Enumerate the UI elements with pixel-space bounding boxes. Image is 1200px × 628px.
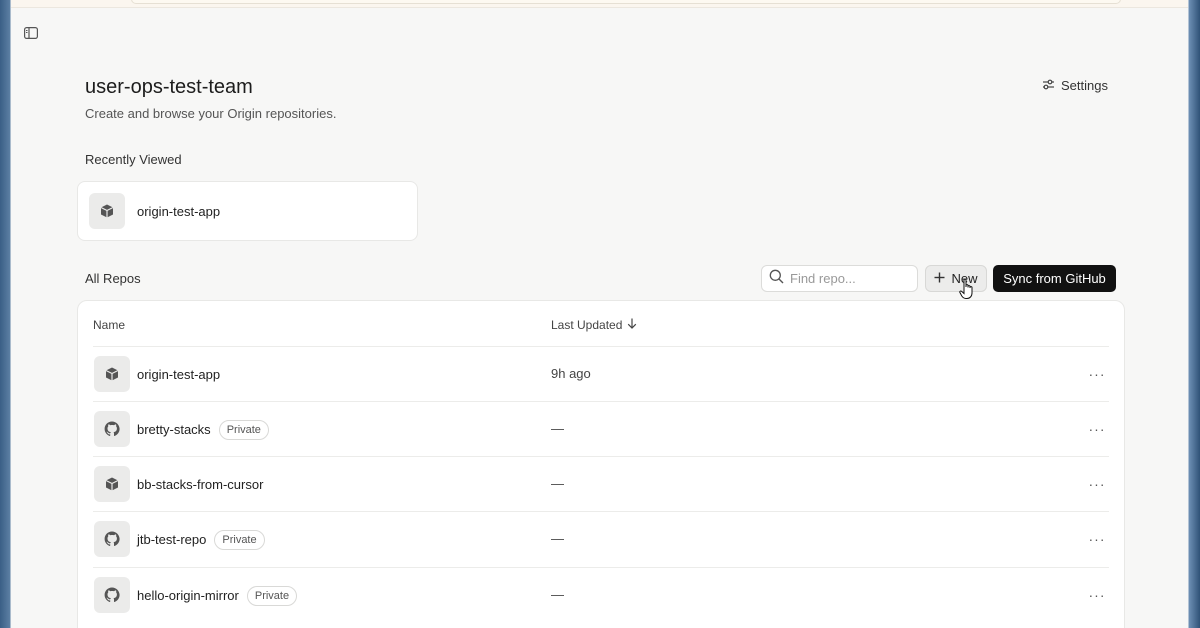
private-badge: Private bbox=[246, 585, 298, 606]
table-row[interactable]: jtb-test-repo Private — ··· bbox=[93, 511, 1109, 566]
more-options-icon[interactable]: ··· bbox=[1085, 584, 1109, 606]
column-name-header: Name bbox=[93, 318, 126, 332]
more-options-icon[interactable]: ··· bbox=[1085, 473, 1109, 495]
title-bar bbox=[11, 0, 1188, 8]
last-updated: — bbox=[551, 587, 564, 602]
settings-label: Settings bbox=[1061, 78, 1108, 93]
all-repos-label: All Repos bbox=[85, 271, 141, 286]
last-updated: — bbox=[551, 421, 564, 436]
repo-name-cell: bb-stacks-from-cursor bbox=[137, 457, 263, 512]
table-row[interactable]: origin-test-app 9h ago ··· bbox=[93, 346, 1109, 401]
column-updated-label: Last Updated bbox=[551, 318, 623, 332]
repo-name: jtb-test-repo bbox=[137, 532, 207, 547]
address-bar[interactable] bbox=[131, 0, 1121, 4]
private-badge: Private bbox=[218, 419, 269, 440]
settings-sliders-icon bbox=[1042, 78, 1055, 93]
repo-name-cell: jtb-test-repo Private bbox=[137, 512, 265, 567]
search-icon bbox=[769, 269, 784, 289]
more-options-icon[interactable]: ··· bbox=[1085, 528, 1109, 550]
sync-from-github-button[interactable]: Sync from GitHub bbox=[993, 265, 1116, 292]
search-input[interactable] bbox=[790, 271, 910, 286]
plus-icon bbox=[934, 271, 945, 286]
repo-name: bretty-stacks bbox=[137, 422, 211, 437]
new-repo-button[interactable]: New bbox=[925, 265, 987, 292]
more-options-icon[interactable]: ··· bbox=[1085, 363, 1109, 385]
private-badge: Private bbox=[214, 529, 265, 550]
app-window: user-ops-test-team Create and browse you… bbox=[11, 0, 1188, 628]
cube-icon bbox=[89, 193, 125, 229]
repo-name-cell: hello-origin-mirror Private bbox=[137, 568, 298, 623]
recent-repo-name: origin-test-app bbox=[137, 203, 221, 219]
sort-arrow-down-icon bbox=[627, 318, 637, 332]
repo-name-cell: origin-test-app bbox=[137, 347, 220, 402]
last-updated: — bbox=[551, 531, 564, 546]
sidebar-toggle-icon[interactable] bbox=[23, 26, 39, 40]
column-updated-header[interactable]: Last Updated bbox=[551, 318, 637, 332]
repo-name: hello-origin-mirror bbox=[137, 588, 239, 603]
page-subtitle: Create and browse your Origin repositori… bbox=[85, 106, 337, 121]
page-title: user-ops-test-team bbox=[85, 76, 253, 98]
cube-icon bbox=[94, 356, 130, 392]
table-row[interactable]: bb-stacks-from-cursor — ··· bbox=[93, 456, 1109, 511]
repos-table: Name Last Updated origin-test-app 9h ago… bbox=[77, 300, 1125, 628]
github-icon bbox=[94, 577, 130, 613]
table-row[interactable]: bretty-stacks Private — ··· bbox=[93, 401, 1109, 456]
recently-viewed-label: Recently Viewed bbox=[85, 152, 182, 167]
recent-repo-card[interactable]: origin-test-app bbox=[77, 181, 418, 241]
github-icon bbox=[94, 411, 130, 447]
search-box[interactable] bbox=[761, 265, 918, 292]
last-updated: — bbox=[551, 476, 564, 491]
repo-name: origin-test-app bbox=[137, 367, 221, 382]
repo-name: bb-stacks-from-cursor bbox=[137, 477, 264, 492]
last-updated: 9h ago bbox=[551, 366, 591, 381]
more-options-icon[interactable]: ··· bbox=[1085, 418, 1109, 440]
hand-pointer-cursor-icon bbox=[959, 278, 975, 300]
settings-button[interactable]: Settings bbox=[1042, 78, 1108, 93]
repo-name-cell: bretty-stacks Private bbox=[137, 402, 269, 457]
table-header: Name Last Updated bbox=[78, 301, 1124, 347]
github-icon bbox=[94, 521, 130, 557]
table-row[interactable]: hello-origin-mirror Private — ··· bbox=[93, 567, 1109, 622]
cube-icon bbox=[94, 466, 130, 502]
